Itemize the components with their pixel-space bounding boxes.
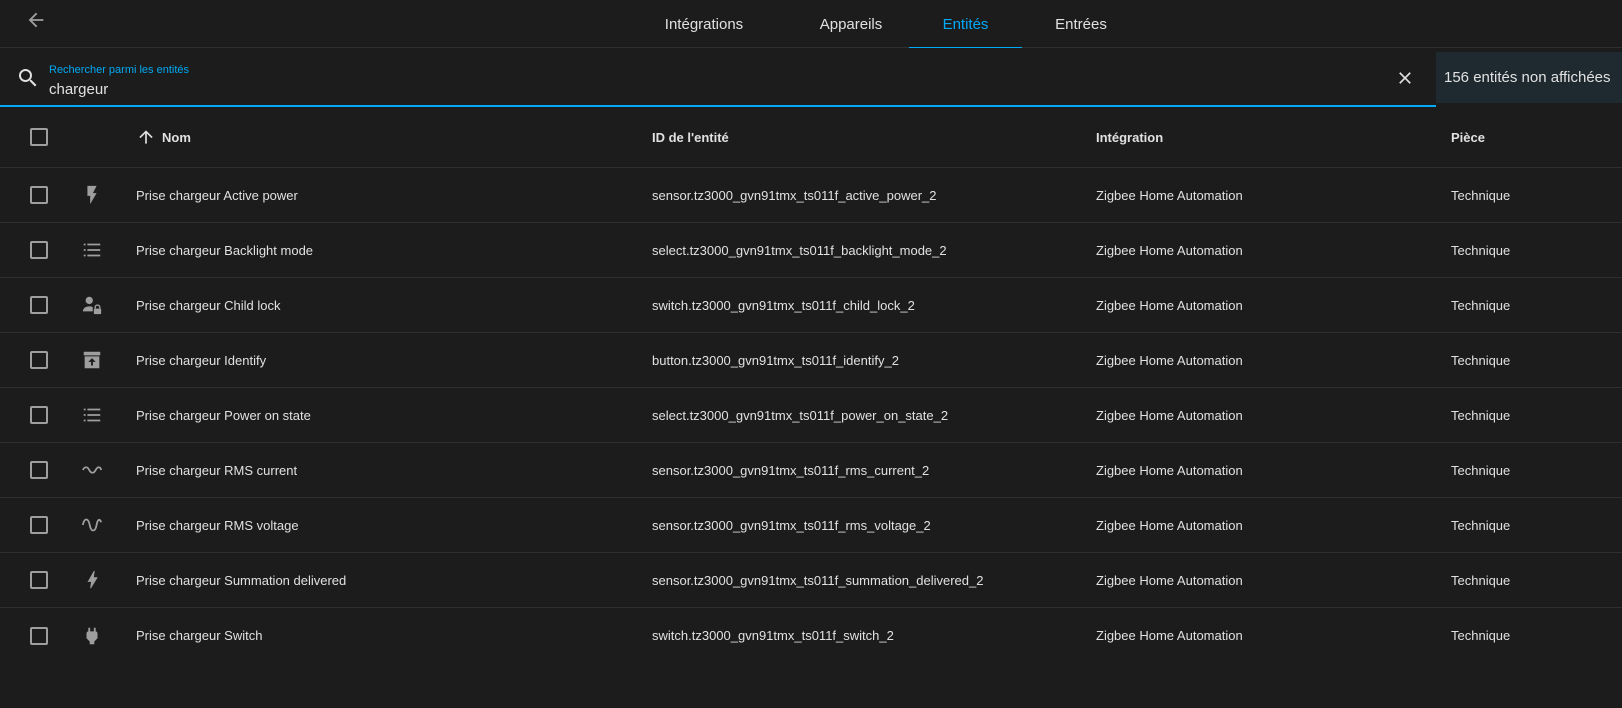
entity-integration: Zigbee Home Automation bbox=[1096, 187, 1243, 203]
table-row[interactable]: Prise chargeur Backlight mode select.tz30… bbox=[0, 223, 1622, 278]
format-list-icon bbox=[83, 408, 101, 422]
entity-name: Prise chargeur Active power bbox=[136, 187, 298, 203]
row-checkbox[interactable] bbox=[30, 406, 48, 424]
row-checkbox[interactable] bbox=[30, 351, 48, 369]
entity-area: Technique bbox=[1451, 628, 1511, 643]
tab-label: Entrées bbox=[1055, 15, 1107, 33]
current-ac-icon bbox=[82, 466, 103, 474]
table-body: Prise chargeur Active power sensor.tz3000… bbox=[0, 168, 1622, 663]
entity-integration: Zigbee Home Automation bbox=[1096, 297, 1243, 313]
entity-id: sensor.tz3000_gvn91tmx_ts011f_rms_curren… bbox=[652, 462, 930, 478]
table-row[interactable]: Prise chargeur Power on state select.tz30… bbox=[0, 388, 1622, 443]
tab-label: Entités bbox=[942, 15, 989, 33]
table-row[interactable]: Prise chargeur Active power sensor.tz3000… bbox=[0, 168, 1622, 223]
entity-integration: Zigbee Home Automation bbox=[1096, 242, 1243, 258]
entity-name: Prise chargeur Summation delivered bbox=[136, 572, 347, 588]
archive-arrow-up-icon bbox=[83, 351, 101, 369]
entity-integration: Zigbee Home Automation bbox=[1096, 628, 1243, 643]
row-checkbox[interactable] bbox=[30, 626, 48, 645]
entity-id: select.tz3000_gvn91tmx_ts011f_power_on_s… bbox=[652, 407, 949, 423]
entity-name: Prise chargeur Backlight mode bbox=[136, 242, 314, 258]
tab-label: Appareils bbox=[819, 15, 883, 33]
flash-icon bbox=[87, 185, 97, 205]
entity-area: Technique bbox=[1451, 187, 1511, 203]
tab-integrations[interactable]: Intégrations bbox=[640, 0, 768, 48]
row-checkbox[interactable] bbox=[30, 241, 48, 259]
entity-area: Technique bbox=[1451, 242, 1511, 258]
back-button[interactable] bbox=[22, 6, 50, 34]
entity-area: Technique bbox=[1451, 297, 1511, 313]
entity-integration: Zigbee Home Automation bbox=[1096, 352, 1243, 368]
entity-id: sensor.tz3000_gvn91tmx_ts011f_active_pow… bbox=[652, 187, 937, 203]
row-checkbox[interactable] bbox=[30, 516, 48, 534]
tab-devices[interactable]: Appareils bbox=[796, 0, 906, 48]
entity-integration: Zigbee Home Automation bbox=[1096, 517, 1243, 533]
entity-area: Technique bbox=[1451, 572, 1511, 588]
table-row[interactable]: Prise chargeur Identify button.tz3000_gvn… bbox=[0, 333, 1622, 388]
entity-id: sensor.tz3000_gvn91tmx_ts011f_rms_voltag… bbox=[652, 517, 931, 533]
entity-name: Prise chargeur Power on state bbox=[136, 407, 311, 423]
row-checkbox[interactable] bbox=[30, 186, 48, 204]
table-header: Nom ID de l'entité Intégration Pièce bbox=[0, 107, 1622, 168]
table-row[interactable]: Prise chargeur RMS voltage sensor.tz3000_… bbox=[0, 498, 1622, 553]
entity-id: select.tz3000_gvn91tmx_ts011f_backlight_… bbox=[652, 242, 947, 258]
table-row[interactable]: Prise chargeur Summation delivered sensor… bbox=[0, 553, 1622, 608]
entity-id: switch.tz3000_gvn91tmx_ts011f_child_lock… bbox=[652, 297, 915, 313]
entity-integration: Zigbee Home Automation bbox=[1096, 572, 1243, 588]
select-all-checkbox[interactable] bbox=[30, 128, 48, 146]
column-header-name: Nom bbox=[162, 129, 191, 145]
column-header-entity-id[interactable]: ID de l'entité bbox=[652, 130, 729, 145]
row-checkbox[interactable] bbox=[30, 296, 48, 314]
sort-by-name-button[interactable]: Nom bbox=[136, 127, 191, 147]
power-plug-icon bbox=[86, 627, 98, 644]
account-lock-icon bbox=[82, 296, 102, 315]
entity-id: sensor.tz3000_gvn91tmx_ts011f_summation_… bbox=[652, 572, 984, 588]
column-header-area[interactable]: Pièce bbox=[1451, 130, 1485, 145]
search-bar: Rechercher parmi les entités 156 entités… bbox=[0, 48, 1622, 107]
table-row[interactable]: Prise chargeur Child lock switch.tz3000_g… bbox=[0, 278, 1622, 333]
entity-id: switch.tz3000_gvn91tmx_ts011f_switch_2 bbox=[652, 628, 894, 643]
column-header-integration[interactable]: Intégration bbox=[1096, 130, 1163, 145]
arrow-left-icon bbox=[28, 12, 44, 28]
top-app-bar: Intégrations Appareils Entités Entrées bbox=[0, 0, 1622, 49]
arrow-up-icon bbox=[139, 130, 153, 144]
entity-area: Technique bbox=[1451, 352, 1511, 368]
tab-entities[interactable]: Entités bbox=[909, 0, 1022, 49]
sine-wave-icon bbox=[81, 518, 103, 532]
entity-name: Prise chargeur Child lock bbox=[136, 297, 281, 313]
clear-search-button[interactable] bbox=[1393, 66, 1417, 90]
entities-table: Nom ID de l'entité Intégration Pièce Pri… bbox=[0, 107, 1622, 663]
search-label: Rechercher parmi les entités bbox=[49, 64, 190, 76]
entity-integration: Zigbee Home Automation bbox=[1096, 407, 1243, 423]
tab-inputs[interactable]: Entrées bbox=[1035, 0, 1127, 48]
entity-name: Prise chargeur Switch bbox=[136, 628, 263, 643]
entity-integration: Zigbee Home Automation bbox=[1096, 462, 1243, 478]
tab-label: Intégrations bbox=[664, 15, 744, 33]
search-icon bbox=[19, 69, 37, 87]
entity-area: Technique bbox=[1451, 407, 1511, 423]
entity-area: Technique bbox=[1451, 517, 1511, 533]
table-row[interactable]: Prise chargeur RMS current sensor.tz3000_… bbox=[0, 443, 1622, 498]
entity-area: Technique bbox=[1451, 462, 1511, 478]
entity-name: Prise chargeur RMS voltage bbox=[136, 517, 299, 533]
search-input[interactable] bbox=[49, 79, 1349, 99]
lightning-bolt-icon bbox=[87, 570, 98, 589]
row-checkbox[interactable] bbox=[30, 571, 48, 589]
entity-name: Prise chargeur RMS current bbox=[136, 462, 298, 478]
entity-id: button.tz3000_gvn91tmx_ts011f_identify_2 bbox=[652, 352, 899, 368]
close-icon bbox=[1399, 72, 1411, 84]
entity-name: Prise chargeur Identify bbox=[136, 352, 267, 368]
table-row[interactable]: Prise chargeur Switch switch.tz3000_gvn91… bbox=[0, 608, 1622, 663]
format-list-icon bbox=[83, 243, 101, 257]
row-checkbox[interactable] bbox=[30, 461, 48, 479]
hidden-entities-button[interactable]: 156 entités non affichées bbox=[1436, 52, 1622, 103]
